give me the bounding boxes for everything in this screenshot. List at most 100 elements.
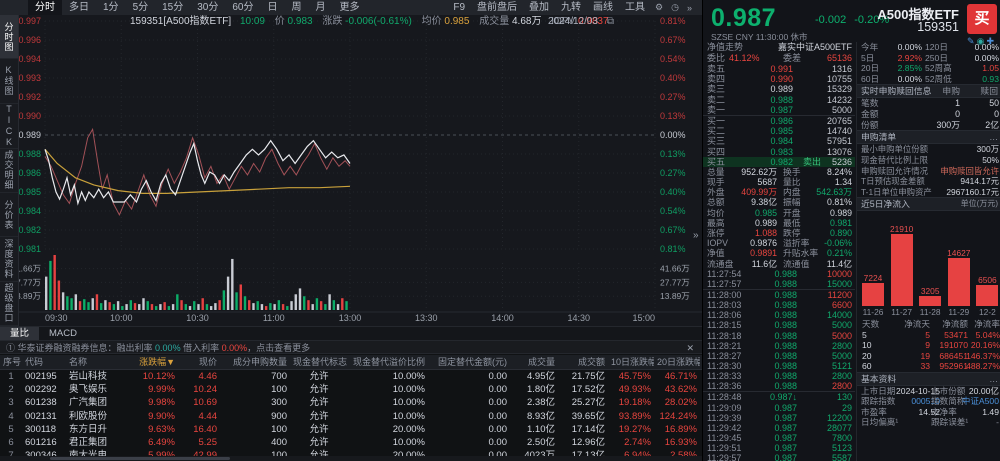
sidebar-item[interactable]: 成交明细 xyxy=(0,149,18,193)
order-book-row[interactable]: 卖四0.99010755 xyxy=(703,74,855,84)
timeframe-tab[interactable]: 周 xyxy=(285,0,309,15)
timeframe-tab[interactable]: 日 xyxy=(261,0,285,15)
timeframe-tab[interactable]: 月 xyxy=(309,0,333,15)
more-icon[interactable]: … xyxy=(989,131,998,143)
panel-collapse-icon[interactable]: » xyxy=(693,230,699,241)
table-row[interactable]: 6601216君正集团6.49%5.25400允许10.00%0.002.50亿… xyxy=(0,436,702,449)
sidebar-item[interactable]: TICK xyxy=(0,104,18,149)
purchase-list-header[interactable]: 申购清单 … xyxy=(857,130,1000,144)
intraday-chart[interactable]: 09:3010:0010:3011:0013:0013:3014:0014:30… xyxy=(0,15,702,326)
timeframe-tab[interactable]: 60分 xyxy=(225,0,260,15)
column-header[interactable]: 序号 xyxy=(0,355,22,369)
column-header[interactable]: 固定替代金额(元) xyxy=(428,355,510,369)
close-icon[interactable]: ✕ xyxy=(686,341,694,355)
return-label: 120日 xyxy=(925,42,948,53)
sidebar-item[interactable]: 超级盘口 xyxy=(0,282,18,326)
order-book-row[interactable]: 卖一0.9875000 xyxy=(703,105,855,116)
menu-item[interactable]: F9 xyxy=(447,0,471,15)
sidebar-item[interactable]: 分价表 xyxy=(0,193,18,237)
column-header[interactable]: 名称 xyxy=(66,355,126,369)
horizontal-scrollbar[interactable] xyxy=(0,456,702,461)
timeframe-tab[interactable]: 分时 xyxy=(28,0,62,15)
order-book-row[interactable]: 买四0.98313076 xyxy=(703,147,855,157)
column-header[interactable]: 成交额 xyxy=(558,355,608,369)
tape-row[interactable]: 11:28:330.9882800 xyxy=(703,371,855,381)
column-header[interactable]: 代码 xyxy=(22,355,66,369)
svg-text:10:00: 10:00 xyxy=(110,313,133,323)
order-book-row[interactable]: 买三0.98457951 xyxy=(703,136,855,146)
tape-row[interactable]: 11:28:360.9882800 xyxy=(703,381,855,391)
tape-row[interactable]: 11:27:570.98815000 xyxy=(703,279,855,289)
table-row[interactable]: 5300118东方日升9.63%16.40100允许20.00%0.001.10… xyxy=(0,423,702,436)
tape-row[interactable]: 11:27:540.98810000 xyxy=(703,269,855,279)
nav-label[interactable]: 净值走势 xyxy=(707,42,743,53)
order-book-row[interactable]: 卖三0.98915329 xyxy=(703,84,855,94)
column-header[interactable]: 现金替代标志 xyxy=(290,355,348,369)
expand-icon[interactable]: » xyxy=(683,3,696,13)
sidebar-item[interactable]: K线图 xyxy=(0,59,18,103)
sidebar-item[interactable]: 深度资料 xyxy=(0,237,18,281)
column-header[interactable]: 涨跌幅▼ xyxy=(126,355,178,369)
menu-item[interactable]: 画线 xyxy=(587,0,619,15)
more-icon[interactable]: … xyxy=(989,373,998,385)
tape-row[interactable]: 11:28:150.9885000 xyxy=(703,320,855,330)
menu-item[interactable]: 叠加 xyxy=(523,0,555,15)
column-header[interactable]: 成分申购数量 xyxy=(220,355,290,369)
fund-name[interactable]: 嘉实中证A500ETF xyxy=(778,42,852,53)
nav-line[interactable]: 净值走势 嘉实中证A500ETF xyxy=(703,42,855,53)
order-book-row[interactable]: 卖五0.9911316 xyxy=(703,64,855,74)
table-row[interactable]: 4002131利欧股份9.90%4.44900允许10.00%0.008.93亿… xyxy=(0,410,702,423)
basic-info-header[interactable]: 基本资料 … xyxy=(857,372,1000,386)
tape-row[interactable]: 11:28:270.9885000 xyxy=(703,351,855,361)
tape-row[interactable]: 11:29:450.9877800 xyxy=(703,433,855,443)
order-book-row[interactable]: 买一0.98620765 xyxy=(703,116,855,126)
table-row[interactable]: 1002195岩山科技10.12%4.46700允许10.00%0.004.95… xyxy=(0,370,702,383)
menu-item[interactable]: 工具 xyxy=(619,0,651,15)
scrollbar-thumb[interactable] xyxy=(50,457,230,460)
order-book-row[interactable]: 买二0.98514740 xyxy=(703,126,855,136)
timeframe-tab[interactable]: 多日 xyxy=(62,0,96,15)
tape-row[interactable]: 11:28:180.9885000 xyxy=(703,331,855,341)
tape-row[interactable]: 11:29:510.9875123 xyxy=(703,443,855,453)
tape-row[interactable]: 11:29:420.98728077 xyxy=(703,423,855,433)
tape-row[interactable]: 11:28:000.98811200 xyxy=(703,289,855,300)
menu-item[interactable]: 九转 xyxy=(555,0,587,15)
table-row[interactable]: 3601238广汽集团9.98%10.69300允许10.00%0.002.38… xyxy=(0,396,702,409)
tape-row[interactable]: 11:29:390.98712200 xyxy=(703,413,855,423)
tape-row[interactable]: 11:28:030.9886600 xyxy=(703,300,855,310)
column-header[interactable]: 现价 xyxy=(178,355,220,369)
svg-text:14:00: 14:00 xyxy=(491,313,514,323)
timeframe-tab[interactable]: 更多 xyxy=(333,0,367,15)
order-book-row[interactable]: 买五0.982卖出5236 xyxy=(703,157,855,167)
column-header[interactable]: 现金替代溢价比例 xyxy=(348,355,428,369)
buy-button[interactable]: 买 xyxy=(967,4,997,34)
table-row[interactable]: 2002292奥飞娱乐9.99%10.24100允许10.00%0.001.80… xyxy=(0,383,702,396)
indicator-tab[interactable]: MACD xyxy=(39,327,87,341)
level-volume: 1316 xyxy=(832,64,852,74)
timeframe-tab[interactable]: 30分 xyxy=(190,0,225,15)
settings-icon[interactable]: ⚙ xyxy=(651,2,667,13)
tape-row[interactable]: 11:28:300.9885121 xyxy=(703,361,855,371)
order-book-row[interactable]: 卖二0.98814232 xyxy=(703,95,855,105)
timeframe-tab[interactable]: 1分 xyxy=(96,0,126,15)
tape-row[interactable]: 11:29:570.9875587 xyxy=(703,453,855,461)
cell: 17.52亿 xyxy=(558,383,608,396)
tape-row[interactable]: 11:28:480.987↓130 xyxy=(703,391,855,402)
time-and-sales[interactable]: 11:27:540.9881000011:27:570.9881500011:2… xyxy=(703,269,855,461)
timeframe-tab[interactable]: 5分 xyxy=(126,0,156,15)
notice-bar[interactable]: ① 华泰证券融资融券信息：融出利率 0.00% 借入利率 0.00%，点击查看更… xyxy=(0,340,702,354)
column-header[interactable]: 10日涨跌幅 xyxy=(608,355,654,369)
trade-time: 11:28:21 xyxy=(707,341,741,351)
tape-row[interactable]: 11:28:210.9882800 xyxy=(703,341,855,351)
column-header[interactable]: 20日涨跌幅 xyxy=(654,355,700,369)
tape-row[interactable]: 11:29:090.98729 xyxy=(703,403,855,413)
timeframe-tab[interactable]: 15分 xyxy=(155,0,190,15)
sidebar-item[interactable]: 分时图 xyxy=(0,15,18,59)
tape-row[interactable]: 11:28:060.98814000 xyxy=(703,310,855,320)
indicator-tab[interactable]: 量比 xyxy=(0,327,39,341)
clock-icon[interactable]: ◷ xyxy=(667,2,683,13)
menu-item[interactable]: 盘前盘后 xyxy=(471,0,523,15)
monitor-icon[interactable]: ⧉ xyxy=(607,16,614,27)
column-header[interactable]: 成交量 xyxy=(510,355,558,369)
level-label: 买四 xyxy=(707,147,725,157)
